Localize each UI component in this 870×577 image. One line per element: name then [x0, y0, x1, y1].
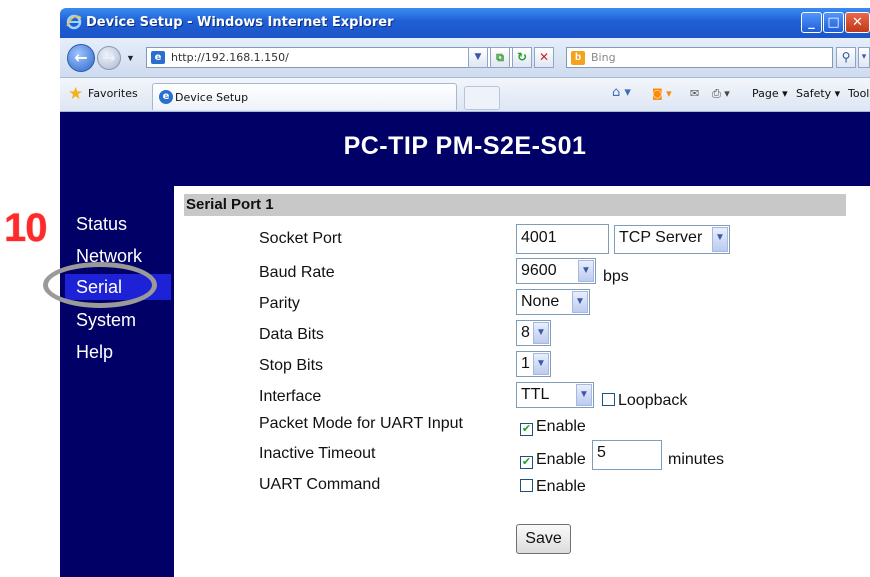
packet-mode-label: Packet Mode for UART Input	[259, 415, 463, 432]
serial-settings-panel: Serial Port 1 Socket Port 4001 TCP Serve…	[174, 186, 870, 577]
search-box[interactable]: b Bing	[566, 47, 833, 68]
inactive-timeout-checkbox[interactable]: ✔ Enable	[520, 451, 586, 469]
bing-icon: b	[571, 51, 585, 65]
data-bits-select[interactable]: 8 ▼	[516, 320, 551, 346]
maximize-icon: □	[827, 15, 840, 30]
window-titlebar: Device Setup - Windows Internet Explorer…	[60, 8, 870, 38]
section-title: Serial Port 1	[186, 196, 274, 213]
parity-select[interactable]: None ▼	[516, 289, 590, 315]
stop-bits-select[interactable]: 1 ▼	[516, 351, 551, 377]
navigation-bar: ← → ▼ e http://192.168.1.150/ ▼ ⧉ ↻ ✕ b …	[60, 38, 870, 78]
favorites-star-icon[interactable]: ★	[68, 84, 83, 104]
search-icon[interactable]: ⚲	[836, 47, 856, 68]
safety-menu[interactable]: Safety ▾	[796, 87, 840, 100]
new-tab-button[interactable]	[464, 86, 500, 110]
web-page: PC-TIP PM-S2E-S01 Status Network Serial …	[60, 112, 870, 577]
page-header: PC-TIP PM-S2E-S01	[60, 112, 870, 186]
step-number-badge: 10	[4, 206, 47, 251]
page-menu[interactable]: Page ▾	[752, 87, 788, 100]
back-arrow-icon: ←	[74, 48, 88, 67]
interface-label: Interface	[259, 388, 322, 405]
address-bar[interactable]: e http://192.168.1.150/	[146, 47, 521, 68]
minimize-icon: _	[808, 15, 815, 30]
socket-mode-select[interactable]: TCP Server ▼	[614, 225, 730, 254]
baud-rate-select[interactable]: 9600 ▼	[516, 258, 596, 284]
forward-arrow-icon: →	[102, 48, 116, 67]
mail-icon[interactable]: ✉	[690, 87, 699, 100]
search-input[interactable]: Bing	[591, 51, 616, 64]
step-number: 10	[4, 206, 47, 250]
interface-select[interactable]: TTL ▼	[516, 382, 594, 408]
feeds-icon[interactable]: ◙ ▾	[652, 87, 672, 100]
window-title: Device Setup - Windows Internet Explorer	[86, 15, 394, 30]
back-button[interactable]: ←	[67, 44, 95, 72]
data-bits-label: Data Bits	[259, 326, 324, 343]
uart-command-label: UART Command	[259, 476, 381, 493]
baud-rate-unit: bps	[603, 268, 629, 285]
data-bits-value: 8	[521, 324, 530, 341]
sidebar-item-status[interactable]: Status	[76, 214, 127, 235]
print-icon[interactable]: ⎙ ▾	[712, 87, 730, 101]
highlight-ring	[43, 262, 157, 308]
forward-button[interactable]: →	[97, 46, 121, 70]
save-button[interactable]: Save	[516, 524, 571, 554]
inactive-timeout-label: Inactive Timeout	[259, 445, 376, 462]
page-title: PC-TIP PM-S2E-S01	[343, 132, 587, 160]
chevron-down-icon: ▼	[572, 291, 588, 313]
sidebar-item-system[interactable]: System	[76, 310, 136, 331]
inactive-timeout-enable-label: Enable	[536, 451, 586, 468]
maximize-button[interactable]: □	[823, 12, 844, 33]
interface-value: TTL	[521, 386, 550, 403]
loopback-label: Loopback	[618, 392, 688, 409]
home-icon[interactable]: ⌂ ▾	[612, 85, 631, 100]
chevron-down-icon: ▼	[533, 353, 549, 375]
section-header: Serial Port 1	[184, 194, 846, 216]
checkbox-checked-icon: ✔	[520, 423, 533, 436]
checkbox-unchecked-icon	[520, 479, 533, 492]
tab-page-icon: e	[159, 90, 173, 104]
baud-rate-value: 9600	[521, 262, 557, 279]
socket-mode-value: TCP Server	[619, 229, 703, 246]
inactive-timeout-input[interactable]: 5	[592, 440, 662, 470]
stop-bits-label: Stop Bits	[259, 357, 324, 374]
chevron-down-icon: ▼	[533, 322, 549, 344]
parity-label: Parity	[259, 295, 300, 312]
close-icon: ✕	[852, 15, 863, 30]
stop-bits-value: 1	[521, 355, 530, 372]
chevron-down-icon: ▼	[578, 260, 594, 282]
sidebar-item-help[interactable]: Help	[76, 342, 113, 363]
tab-label: Device Setup	[175, 91, 249, 104]
stop-icon[interactable]: ✕	[534, 47, 554, 68]
tools-menu[interactable]: Tools ▾	[848, 87, 870, 100]
close-button[interactable]: ✕	[845, 12, 870, 33]
tab-device-setup[interactable]: e Device Setup	[152, 83, 457, 110]
packet-mode-enable-label: Enable	[536, 418, 586, 435]
baud-rate-label: Baud Rate	[259, 264, 335, 281]
socket-port-label: Socket Port	[259, 230, 342, 247]
search-options-icon[interactable]: ▾	[858, 47, 870, 68]
checkbox-checked-icon: ✔	[520, 456, 533, 469]
history-dropdown-icon[interactable]: ▼	[126, 53, 135, 63]
loopback-checkbox[interactable]: Loopback	[602, 392, 687, 410]
sidebar-nav: Status Network Serial System Help	[60, 186, 174, 577]
uart-command-checkbox[interactable]: Enable	[520, 478, 586, 496]
packet-mode-checkbox[interactable]: ✔ Enable	[520, 418, 586, 436]
chevron-down-icon: ▼	[576, 384, 592, 406]
parity-value: None	[521, 293, 560, 310]
inactive-timeout-unit: minutes	[668, 451, 725, 468]
favorites-bar: ★ Favorites e Device Setup ⌂ ▾ ◙ ▾ ✉ ⎙ ▾…	[60, 78, 870, 112]
refresh-icon[interactable]: ↻	[512, 47, 532, 68]
address-dropdown-icon[interactable]: ▼	[468, 47, 488, 68]
favorites-button[interactable]: Favorites	[88, 87, 138, 100]
page-icon: e	[151, 51, 165, 64]
minimize-button[interactable]: _	[801, 12, 822, 33]
socket-port-input[interactable]: 4001	[516, 224, 609, 254]
compatibility-view-icon[interactable]: ⧉	[490, 47, 510, 68]
uart-command-enable-label: Enable	[536, 478, 586, 495]
internet-explorer-icon	[66, 14, 82, 30]
checkbox-unchecked-icon	[602, 393, 615, 406]
chevron-down-icon: ▼	[712, 227, 728, 252]
address-input[interactable]: http://192.168.1.150/	[171, 51, 289, 64]
